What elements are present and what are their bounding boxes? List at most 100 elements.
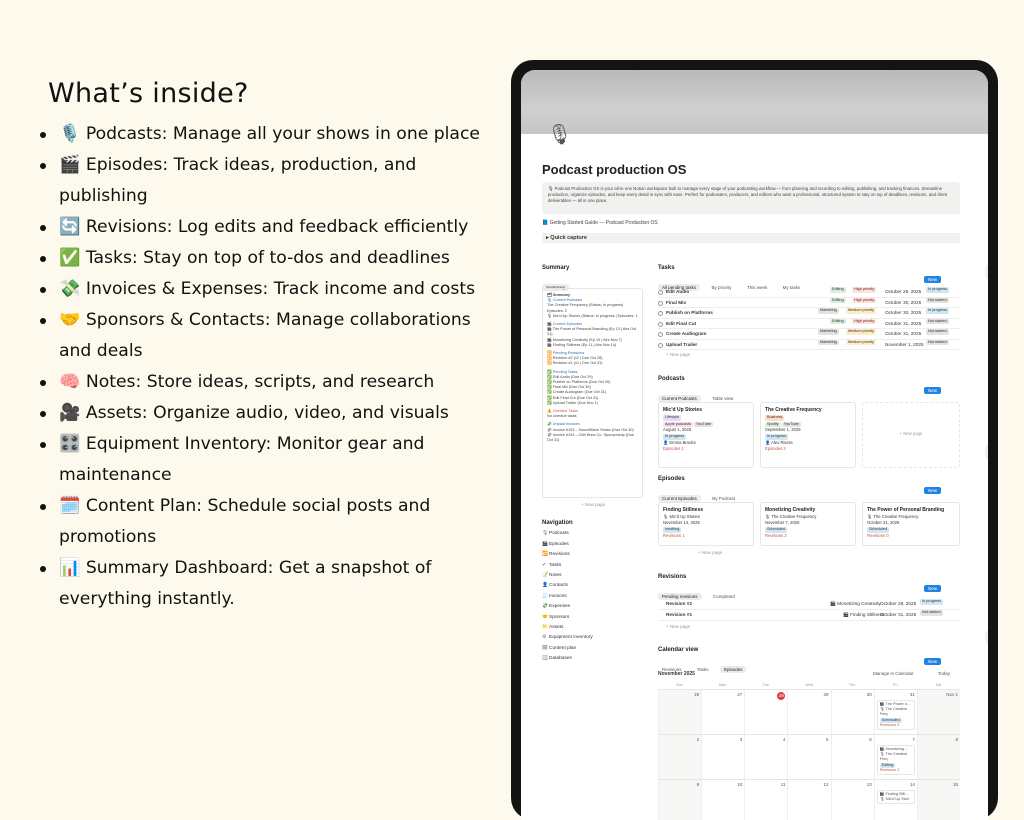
calendar-day[interactable]: 3 [701,735,744,779]
new-task-button[interactable]: New [924,276,942,283]
calendar-event[interactable]: 🎬 Finding Still... 🎙 Mic'd Up Stori [876,790,915,805]
task-checkbox[interactable] [658,290,663,295]
nav-item-expenses[interactable]: 💸Expenses [542,602,593,612]
nav-item-content-plan[interactable]: 🗓Content plan [542,644,593,654]
feature-text: Summary Dashboard: Get a snapshot of eve… [59,558,432,609]
calendar-event[interactable]: 🎬 Monetizing ... 🎙 The Creative Freq Edi… [876,745,915,776]
new-page-button[interactable]: + New page [581,502,605,507]
task-checkbox[interactable] [658,332,663,337]
nav-icon: ⚙ [542,635,547,641]
calendar-heading: Calendar view [658,647,699,653]
new-calendar-item-button[interactable]: New [924,658,942,665]
nav-item-sponsors[interactable]: 🤝Sponsors [542,613,593,623]
calendar-day[interactable]: 5 [787,735,830,779]
manage-in-calendar-button[interactable]: Manage in Calendar [873,671,914,676]
calendar-day[interactable]: 13 [830,780,874,820]
tab-tasks[interactable]: Tasks [693,666,713,673]
stage-tag: Editing [830,287,846,293]
task-checkbox[interactable] [658,342,663,348]
revision-row[interactable]: Revision #2 🎬 Monetizing Creativity Octo… [658,599,960,610]
page-title[interactable]: Podcast production OS [542,162,686,177]
calendar-day[interactable]: 10 [701,780,744,820]
calendar-day[interactable]: 11 [744,780,787,820]
calendar-event[interactable]: 🎬 The Power o... 🎙 The Creative Freq Sch… [876,700,915,731]
calendar-day[interactable]: 12 [787,780,830,820]
new-task-page-button[interactable]: + New page [666,352,690,357]
episode-card[interactable]: The Power of Personal Branding 🎙 The Cre… [862,502,960,546]
revision-row[interactable]: Revision #1 🎬 Finding Stillness October … [658,610,960,621]
day-number: 7 [912,737,915,742]
nav-label: Tasks [549,562,562,568]
nav-item-contacts[interactable]: 👤Contacts [542,581,593,591]
comment-icon[interactable]: ✎ [985,445,988,459]
day-number: 29 [823,692,829,697]
task-name: Create Audiogram [666,331,707,336]
stage-tag: Marketing [818,329,839,335]
nav-item-equipment-inventory[interactable]: ⚙ Equipment inventory [542,633,593,643]
new-episode-button[interactable]: New [924,487,942,494]
calendar-day[interactable]: 31 🎬 The Power o... 🎙 The Creative Freq … [873,690,917,734]
day-number: 30 [866,692,872,697]
new-episode-page-button[interactable]: + New page [698,550,722,555]
task-row[interactable]: Edit Audio Editing High priority October 29… [658,287,960,298]
new-podcast-button[interactable]: New [924,387,942,394]
calendar-day[interactable]: Nov 1 [916,690,960,734]
comment-icon[interactable]: ✎ [985,630,988,644]
tab-episodes[interactable]: Episodes [719,666,747,673]
task-row[interactable]: Publish on Platforms Marketing Medium prio… [658,308,960,319]
nav-item-revisions[interactable]: 🔁Revisions [542,550,593,560]
podcast-card[interactable]: Mic'd Up Stories Lifestyle Apple podcast… [658,402,754,468]
nav-icon: 🗄 [542,656,549,662]
task-checkbox[interactable] [658,311,663,316]
feature-item: ✅ Tasks: Stay on top of to-dos and deadl… [40,243,500,274]
new-podcast-card[interactable]: + New page [862,402,960,468]
task-checkbox[interactable] [658,300,663,306]
nav-item-podcasts[interactable]: 🎙Podcasts [542,529,593,539]
nav-item-episodes[interactable]: 🎬Episodes [542,540,593,550]
task-row[interactable]: Edit Final Cut Editing High priority Octobe… [658,318,960,329]
tab-current-episodes[interactable]: Current Episodes [658,495,701,502]
calendar-day[interactable]: 8 [916,735,960,779]
revision-episode: 🎬 Finding Stillness [843,612,885,617]
today-button[interactable]: Today [938,671,950,676]
nav-item-notes[interactable]: 📝Notes [542,571,593,581]
microphone-icon[interactable]: 🎙 [547,122,572,147]
calendar-day[interactable]: 4 [744,735,787,779]
podcast-card[interactable]: The Creative Frequency Business Spotify … [760,402,856,468]
revision-name: Revision #1 [666,612,693,617]
comment-icon[interactable]: ✎ [985,265,988,279]
priority-tag: Medium priority [846,308,876,314]
calendar-day[interactable]: 27 [701,690,744,734]
new-revision-button[interactable]: New [924,585,942,592]
nav-item-databases[interactable]: 🗄Databases [542,654,593,664]
getting-started-link[interactable]: 📘 Getting Started Guide — Podcast Produc… [542,220,658,226]
episode-card[interactable]: Finding Stillness 🎙 Mic'd Up Stories Nov… [658,502,754,546]
calendar-day[interactable]: 29 [787,690,830,734]
episode-card[interactable]: Monetizing Creativity 🎙 The Creative Fre… [760,502,856,546]
calendar-day[interactable]: 28 [744,690,787,734]
nav-item-tasks[interactable]: ✔ Tasks [542,561,593,571]
calendar-day[interactable]: 15 [916,780,960,820]
feature-text: Equipment Inventory: Monitor gear and ma… [59,434,425,485]
new-revision-page-button[interactable]: + New page [666,624,690,629]
nav-item-assets[interactable]: 📁Assets [542,623,593,633]
calendar-day[interactable]: 26 [658,690,702,734]
tab-table-view[interactable]: Table view [708,395,737,402]
tab-current-podcasts[interactable]: Current Podcasts [658,395,701,402]
task-checkbox[interactable] [658,321,663,327]
tab-by-podcast[interactable]: By Podcast [708,495,739,502]
task-row[interactable]: Upload Trailer Marketing Medium priority No… [658,339,960,350]
calendar-day[interactable]: 9 [658,780,702,820]
calendar-day[interactable]: 14 🎬 Finding Still... 🎙 Mic'd Up Stori [873,780,917,820]
day-number: 9 [696,782,700,787]
nav-label: Episodes [549,541,569,547]
calendar-day[interactable]: 6 [830,735,874,779]
quick-capture-toggle[interactable]: ▸ Quick capture [542,233,960,243]
calendar-day[interactable]: 7 🎬 Monetizing ... 🎙 The Creative Freq E… [873,735,917,779]
nav-item-invoices[interactable]: 🧾Invoices [542,592,593,602]
task-row[interactable]: Create Audiogram Marketing Medium priority… [658,329,960,340]
calendar-day[interactable]: 2 [658,735,702,779]
calendar-day[interactable]: 30 [830,690,874,734]
task-row[interactable]: Final Mix Editing High priority October 30,… [658,297,960,308]
navigation-heading: Navigation [542,520,573,526]
